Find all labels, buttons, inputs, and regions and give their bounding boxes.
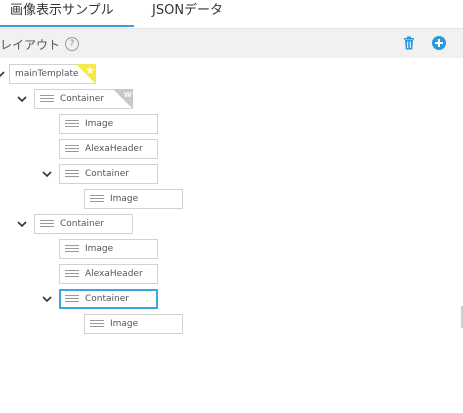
trash-icon[interactable] [401, 35, 417, 51]
node-label: mainTemplate [15, 69, 79, 79]
help-icon[interactable]: ? [65, 37, 79, 51]
node-label: AlexaHeader [85, 144, 143, 154]
node-label: Image [110, 194, 139, 204]
node-label: Container [85, 169, 129, 179]
drag-handle-icon[interactable] [65, 270, 79, 278]
tree-node-container-selected[interactable]: Container [59, 289, 158, 309]
drag-handle-icon[interactable] [65, 245, 79, 253]
drag-handle-icon[interactable] [65, 170, 79, 178]
node-label: Container [60, 219, 104, 229]
add-circle-icon[interactable] [431, 35, 447, 51]
drag-handle-icon[interactable] [65, 295, 79, 303]
layout-toolbar: レイアウト ? [0, 29, 463, 58]
star-badge-icon [76, 64, 96, 84]
layout-tree: mainTemplate Container W Image AlexaHead… [0, 58, 463, 413]
node-label: Container [85, 294, 129, 304]
drag-handle-icon[interactable] [40, 95, 54, 103]
drag-handle-icon[interactable] [40, 220, 54, 228]
tree-node-container[interactable]: Container [34, 214, 133, 234]
tree-node-alexaheader[interactable]: AlexaHeader [59, 264, 158, 284]
layout-title: レイアウト [0, 38, 61, 52]
tab-image-sample[interactable]: 画像表示サンプル [0, 0, 134, 27]
tree-node-root[interactable]: mainTemplate [9, 64, 96, 84]
node-label: Container [60, 94, 104, 104]
tree-node-image[interactable]: Image [84, 189, 183, 209]
node-label: Image [110, 319, 139, 329]
node-label: AlexaHeader [85, 269, 143, 279]
chevron-down-icon[interactable] [17, 219, 27, 229]
tree-node-image[interactable]: Image [59, 114, 158, 134]
drag-handle-icon[interactable] [90, 195, 104, 203]
drag-handle-icon[interactable] [90, 320, 104, 328]
tree-node-container[interactable]: Container W [34, 89, 133, 109]
w-badge-icon: W [113, 89, 133, 109]
node-label: Image [85, 244, 114, 254]
tree-node-image[interactable]: Image [59, 239, 158, 259]
drag-handle-icon[interactable] [65, 120, 79, 128]
tree-node-image[interactable]: Image [84, 314, 183, 334]
chevron-down-icon[interactable] [42, 294, 52, 304]
chevron-down-icon[interactable] [42, 169, 52, 179]
chevron-down-icon[interactable] [0, 69, 5, 79]
node-label: Image [85, 119, 114, 129]
tab-bar: 画像表示サンプル JSONデータ [0, 0, 463, 29]
tab-json-data[interactable]: JSONデータ [152, 0, 242, 27]
chevron-down-icon[interactable] [17, 94, 27, 104]
svg-text:W: W [124, 91, 132, 99]
drag-handle-icon[interactable] [65, 145, 79, 153]
tree-node-container[interactable]: Container [59, 164, 158, 184]
tree-node-alexaheader[interactable]: AlexaHeader [59, 139, 158, 159]
